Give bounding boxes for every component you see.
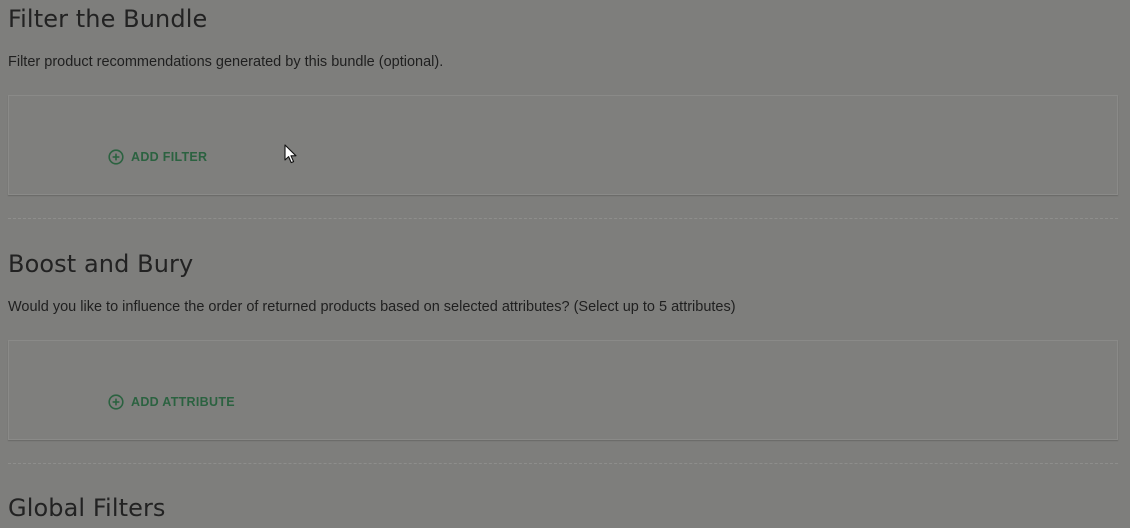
filter-bundle-title: Filter the Bundle [8,5,208,33]
section-divider [8,463,1118,464]
plus-circle-icon [108,394,124,410]
add-filter-label: ADD FILTER [131,150,208,164]
section-divider [8,218,1118,219]
mouse-pointer-icon [284,144,298,169]
add-attribute-label: ADD ATTRIBUTE [131,395,235,409]
boost-bury-description: Would you like to influence the order of… [8,299,736,315]
filter-bundle-panel: ADD FILTER [8,95,1118,195]
add-filter-button[interactable]: ADD FILTER [108,149,207,165]
filter-bundle-description: Filter product recommendations generated… [8,54,444,70]
global-filters-title: Global Filters [8,494,166,522]
boost-bury-title: Boost and Bury [8,250,194,278]
add-attribute-button[interactable]: ADD ATTRIBUTE [108,394,235,410]
boost-bury-panel: ADD ATTRIBUTE [8,340,1118,440]
plus-circle-icon [108,149,124,165]
